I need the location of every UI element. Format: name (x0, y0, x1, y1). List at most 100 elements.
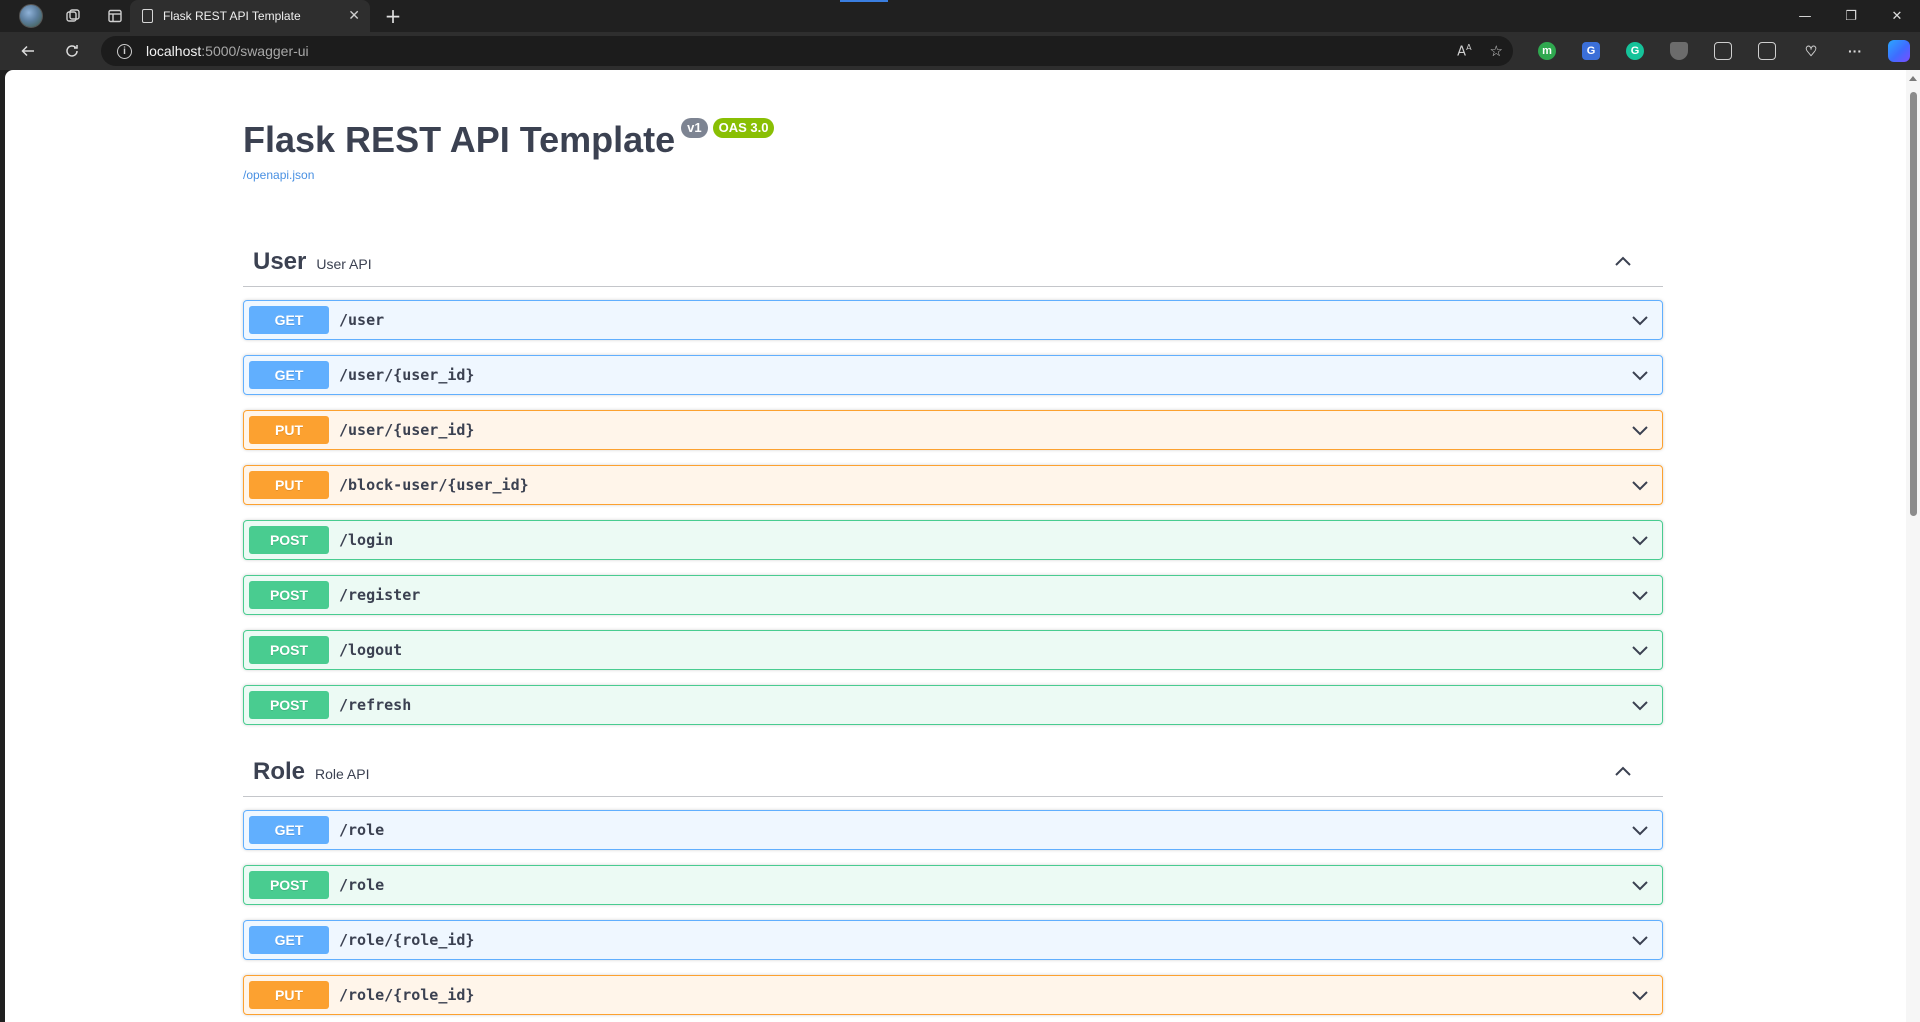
operation-post-register[interactable]: POST /register (243, 575, 1663, 615)
method-badge: GET (249, 926, 329, 954)
operation-get-role[interactable]: GET /role (243, 810, 1663, 850)
active-tab[interactable]: Flask REST API Template ✕ (130, 0, 370, 32)
operation-post-logout[interactable]: POST /logout (243, 630, 1663, 670)
shield-icon (1670, 42, 1688, 60)
operation-path: /refresh (339, 696, 412, 714)
method-badge: PUT (249, 471, 329, 499)
method-badge: POST (249, 581, 329, 609)
operation-get-user-by-id[interactable]: GET /user/{user_id} (243, 355, 1663, 395)
extension-m-button[interactable]: m (1525, 32, 1569, 70)
page-scrollbar[interactable] (1906, 70, 1920, 1022)
operation-put-role-by-id[interactable]: PUT /role/{role_id} (243, 975, 1663, 1015)
minimize-button[interactable]: — (1782, 0, 1828, 32)
new-tab-button[interactable]: + (380, 0, 406, 32)
refresh-button[interactable] (50, 32, 94, 70)
extension-m-icon: m (1538, 42, 1556, 60)
tag-header-user[interactable]: User User API (243, 237, 1663, 287)
address-bar[interactable]: i localhost:5000/swagger-ui AA ☆ (101, 36, 1513, 66)
url-text[interactable]: localhost:5000/swagger-ui (146, 43, 309, 59)
chevron-down-icon[interactable] (1630, 421, 1650, 441)
method-badge: POST (249, 636, 329, 664)
openapi-json-link[interactable]: /openapi.json (243, 168, 1663, 182)
method-badge: PUT (249, 416, 329, 444)
page-viewport: Flask REST API Template v1 OAS 3.0 /open… (5, 70, 1920, 1022)
chevron-down-icon[interactable] (1630, 586, 1650, 606)
method-badge: GET (249, 306, 329, 334)
workspaces-button[interactable] (52, 0, 94, 32)
close-window-button[interactable]: ✕ (1874, 0, 1920, 32)
oas-badge: OAS 3.0 (712, 118, 775, 138)
read-aloud-icon[interactable]: AA (1457, 43, 1471, 59)
chevron-down-icon[interactable] (1630, 531, 1650, 551)
operation-post-login[interactable]: POST /login (243, 520, 1663, 560)
favorite-star-icon[interactable]: ☆ (1490, 42, 1503, 60)
close-tab-icon[interactable]: ✕ (348, 8, 360, 24)
tag-name: Role (253, 757, 306, 785)
workspaces-icon (66, 9, 80, 22)
scrollbar-thumb[interactable] (1910, 92, 1917, 516)
window-indicator (840, 0, 888, 2)
operation-path: /login (339, 531, 394, 549)
operation-path: /role (339, 821, 385, 839)
chevron-down-icon[interactable] (1630, 696, 1650, 716)
operation-post-refresh[interactable]: POST /refresh (243, 685, 1663, 725)
chevron-down-icon[interactable] (1630, 931, 1650, 951)
tag-header-role[interactable]: Role Role API (243, 747, 1663, 797)
method-badge: GET (249, 361, 329, 389)
chevron-up-icon[interactable] (1613, 761, 1633, 781)
operation-post-role[interactable]: POST /role (243, 865, 1663, 905)
back-arrow-icon (21, 45, 34, 57)
operation-path: /user (339, 311, 385, 329)
copilot-button[interactable] (1877, 32, 1920, 70)
operation-get-role-by-id[interactable]: GET /role/{role_id} (243, 920, 1663, 960)
translate-icon: G (1582, 42, 1600, 60)
browser-tab-bar: Flask REST API Template ✕ + — ❐ ✕ (0, 0, 1920, 32)
api-info: Flask REST API Template v1 OAS 3.0 /open… (243, 118, 1663, 182)
operation-put-user-by-id[interactable]: PUT /user/{user_id} (243, 410, 1663, 450)
chevron-down-icon[interactable] (1630, 311, 1650, 331)
tag-description: Role API (315, 765, 370, 782)
restore-button[interactable]: ❐ (1828, 0, 1874, 32)
refresh-icon (66, 45, 78, 57)
operation-path: /role/{role_id} (339, 931, 475, 949)
more-dots-icon: ··· (1848, 43, 1862, 59)
api-title: Flask REST API Template (243, 119, 676, 160)
scroll-up-arrow-icon[interactable] (1909, 76, 1917, 81)
site-info-icon[interactable]: i (117, 43, 132, 59)
translate-extension-button[interactable]: G (1569, 32, 1613, 70)
split-screen-button[interactable] (1745, 32, 1789, 70)
puzzle-icon (1714, 42, 1732, 60)
more-menu-button[interactable]: ··· (1833, 32, 1877, 70)
method-badge: POST (249, 526, 329, 554)
tab-title: Flask REST API Template (163, 9, 301, 23)
operation-put-block-user[interactable]: PUT /block-user/{user_id} (243, 465, 1663, 505)
operation-path: /register (339, 586, 421, 604)
operation-get-user[interactable]: GET /user (243, 300, 1663, 340)
operation-path: /role (339, 876, 385, 894)
extensions-button[interactable] (1701, 32, 1745, 70)
chevron-down-icon[interactable] (1630, 821, 1650, 841)
heart-pulse-icon: ♡ (1804, 42, 1818, 59)
operation-path: /role/{role_id} (339, 986, 475, 1004)
method-badge: PUT (249, 981, 329, 1009)
operation-path: /user/{user_id} (339, 421, 475, 439)
back-button[interactable] (6, 32, 50, 70)
browser-toolbar: i localhost:5000/swagger-ui AA ☆ m G G ♡… (0, 32, 1920, 70)
chevron-down-icon[interactable] (1630, 366, 1650, 386)
chevron-down-icon[interactable] (1630, 476, 1650, 496)
grammarly-button[interactable]: G (1613, 32, 1657, 70)
avatar (19, 4, 43, 28)
chevron-down-icon[interactable] (1630, 876, 1650, 896)
health-button[interactable]: ♡ (1789, 32, 1833, 70)
profile-button[interactable] (10, 0, 52, 32)
chevron-up-icon[interactable] (1613, 251, 1633, 271)
shield-extension-button[interactable] (1657, 32, 1701, 70)
chevron-down-icon[interactable] (1630, 641, 1650, 661)
method-badge: GET (249, 816, 329, 844)
split-screen-icon (1758, 42, 1776, 60)
tab-actions-icon (108, 9, 122, 23)
operation-path: /logout (339, 641, 403, 659)
chevron-down-icon[interactable] (1630, 986, 1650, 1006)
tag-description: User API (316, 255, 372, 272)
operation-path: /block-user/{user_id} (339, 476, 529, 494)
